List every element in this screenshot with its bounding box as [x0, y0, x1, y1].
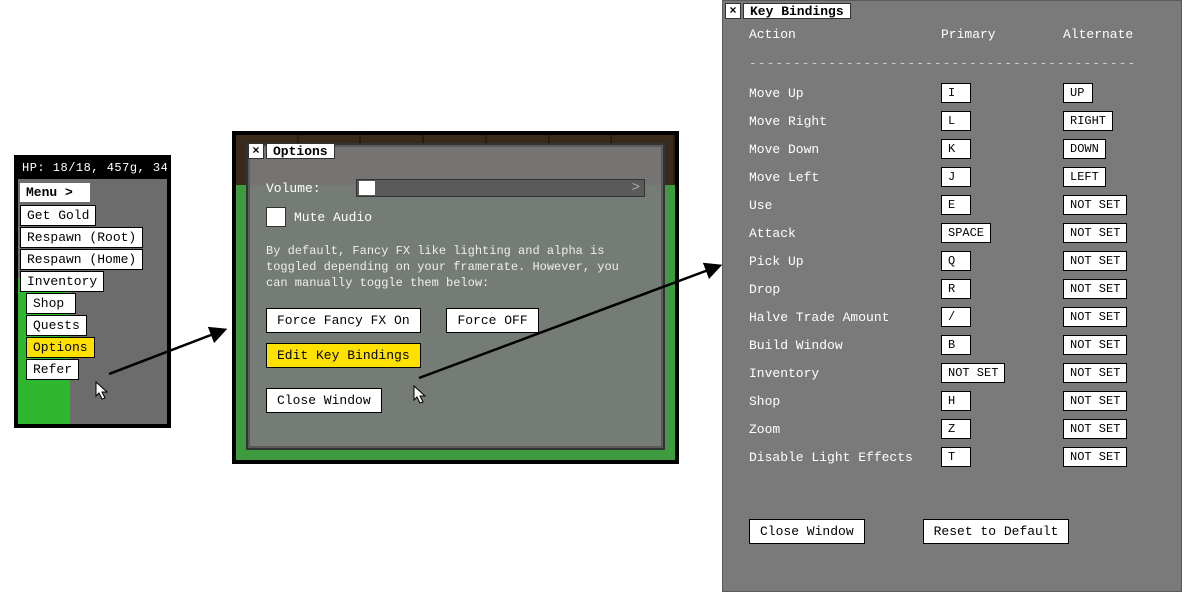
keybinding-row: Use E NOT SET: [749, 195, 1163, 215]
keybinding-primary[interactable]: NOT SET: [941, 363, 1005, 383]
menu-item[interactable]: Respawn (Root): [20, 227, 143, 248]
force-fancy-on-button[interactable]: Force Fancy FX On: [266, 308, 421, 333]
keybinding-action: Move Up: [749, 86, 929, 101]
keybinding-action: Move Right: [749, 114, 929, 129]
keybinding-action: Inventory: [749, 366, 929, 381]
keybinding-row: Zoom Z NOT SET: [749, 419, 1163, 439]
keybinding-alternate[interactable]: UP: [1063, 83, 1093, 103]
close-icon[interactable]: ×: [725, 3, 741, 19]
keybinding-alternate[interactable]: NOT SET: [1063, 223, 1127, 243]
keybinding-row: Build Window B NOT SET: [749, 335, 1163, 355]
edit-key-bindings-button[interactable]: Edit Key Bindings: [266, 343, 421, 368]
keybinding-primary[interactable]: E: [941, 195, 971, 215]
keybinding-action: Shop: [749, 394, 929, 409]
menu-panel: HP: 18/18, 457g, 34 Menu > Get GoldRespa…: [14, 155, 171, 428]
keybinding-alternate[interactable]: NOT SET: [1063, 279, 1127, 299]
keybinding-alternate[interactable]: DOWN: [1063, 139, 1106, 159]
header-divider: ----------------------------------------…: [749, 56, 1173, 71]
keybinding-alternate[interactable]: NOT SET: [1063, 419, 1127, 439]
keybinding-action: Use: [749, 198, 929, 213]
keybinding-primary[interactable]: T: [941, 447, 971, 467]
keybindings-panel: × Key Bindings Action Primary Alternate …: [722, 0, 1182, 592]
menu-item[interactable]: Refer: [26, 359, 79, 380]
keybinding-primary[interactable]: B: [941, 335, 971, 355]
close-icon[interactable]: ×: [248, 143, 264, 159]
kb-close-button[interactable]: Close Window: [749, 519, 865, 544]
col-action: Action: [749, 27, 929, 42]
keybinding-primary[interactable]: /: [941, 307, 971, 327]
keybinding-primary[interactable]: Z: [941, 419, 971, 439]
keybinding-alternate[interactable]: NOT SET: [1063, 391, 1127, 411]
keybinding-row: Drop R NOT SET: [749, 279, 1163, 299]
menu-item[interactable]: Inventory: [20, 271, 104, 292]
options-window: × Options Volume: > Mute Audio By defaul…: [246, 143, 665, 450]
keybinding-action: Pick Up: [749, 254, 929, 269]
volume-label: Volume:: [266, 181, 356, 196]
keybinding-primary[interactable]: L: [941, 111, 971, 131]
mute-label: Mute Audio: [294, 210, 372, 225]
options-panel: × Options Volume: > Mute Audio By defaul…: [232, 131, 679, 464]
keybinding-alternate[interactable]: NOT SET: [1063, 195, 1127, 215]
keybinding-alternate[interactable]: NOT SET: [1063, 307, 1127, 327]
col-alternate: Alternate: [1063, 27, 1173, 42]
keybinding-row: Shop H NOT SET: [749, 391, 1163, 411]
menu-item[interactable]: Get Gold: [20, 205, 96, 226]
keybinding-primary[interactable]: SPACE: [941, 223, 991, 243]
keybinding-row: Attack SPACE NOT SET: [749, 223, 1163, 243]
keybinding-row: Move Up I UP: [749, 83, 1163, 103]
keybinding-action: Attack: [749, 226, 929, 241]
keybinding-row: Pick Up Q NOT SET: [749, 251, 1163, 271]
keybinding-primary[interactable]: H: [941, 391, 971, 411]
menu-item[interactable]: Shop: [26, 293, 76, 314]
keybinding-alternate[interactable]: NOT SET: [1063, 363, 1127, 383]
keybinding-row: Move Down K DOWN: [749, 139, 1163, 159]
keybinding-row: Halve Trade Amount / NOT SET: [749, 307, 1163, 327]
keybinding-primary[interactable]: Q: [941, 251, 971, 271]
keybinding-action: Halve Trade Amount: [749, 310, 929, 325]
menu-item[interactable]: Options: [26, 337, 95, 358]
keybinding-alternate[interactable]: NOT SET: [1063, 335, 1127, 355]
menu-header[interactable]: Menu >: [20, 183, 90, 202]
keybinding-primary[interactable]: J: [941, 167, 971, 187]
keybinding-alternate[interactable]: LEFT: [1063, 167, 1106, 187]
mute-checkbox[interactable]: [266, 207, 286, 227]
menu-item[interactable]: Respawn (Home): [20, 249, 143, 270]
keybinding-row: Move Left J LEFT: [749, 167, 1163, 187]
keybinding-primary[interactable]: K: [941, 139, 971, 159]
keybinding-action: Drop: [749, 282, 929, 297]
keybinding-action: Build Window: [749, 338, 929, 353]
keybinding-action: Move Left: [749, 170, 929, 185]
keybindings-title: Key Bindings: [743, 3, 851, 19]
kb-reset-button[interactable]: Reset to Default: [923, 519, 1070, 544]
keybinding-action: Zoom: [749, 422, 929, 437]
volume-slider[interactable]: >: [356, 179, 645, 197]
chevron-right-icon: >: [632, 180, 640, 196]
menu-list: Menu > Get GoldRespawn (Root)Respawn (Ho…: [18, 181, 167, 381]
keybinding-row: Disable Light Effects T NOT SET: [749, 447, 1163, 467]
volume-slider-thumb[interactable]: [359, 181, 375, 195]
options-close-button[interactable]: Close Window: [266, 388, 382, 413]
keybinding-alternate[interactable]: NOT SET: [1063, 447, 1127, 467]
keybinding-action: Move Down: [749, 142, 929, 157]
fancy-fx-paragraph: By default, Fancy FX like lighting and a…: [266, 243, 645, 292]
keybinding-row: Inventory NOT SET NOT SET: [749, 363, 1163, 383]
hud: HP: 18/18, 457g, 34: [18, 159, 167, 179]
keybinding-row: Move Right L RIGHT: [749, 111, 1163, 131]
options-title: Options: [266, 143, 335, 159]
force-off-button[interactable]: Force OFF: [446, 308, 538, 333]
keybinding-primary[interactable]: R: [941, 279, 971, 299]
menu-item[interactable]: Quests: [26, 315, 87, 336]
keybinding-alternate[interactable]: NOT SET: [1063, 251, 1127, 271]
keybinding-alternate[interactable]: RIGHT: [1063, 111, 1113, 131]
keybinding-action: Disable Light Effects: [749, 450, 929, 465]
col-primary: Primary: [941, 27, 1051, 42]
keybinding-primary[interactable]: I: [941, 83, 971, 103]
